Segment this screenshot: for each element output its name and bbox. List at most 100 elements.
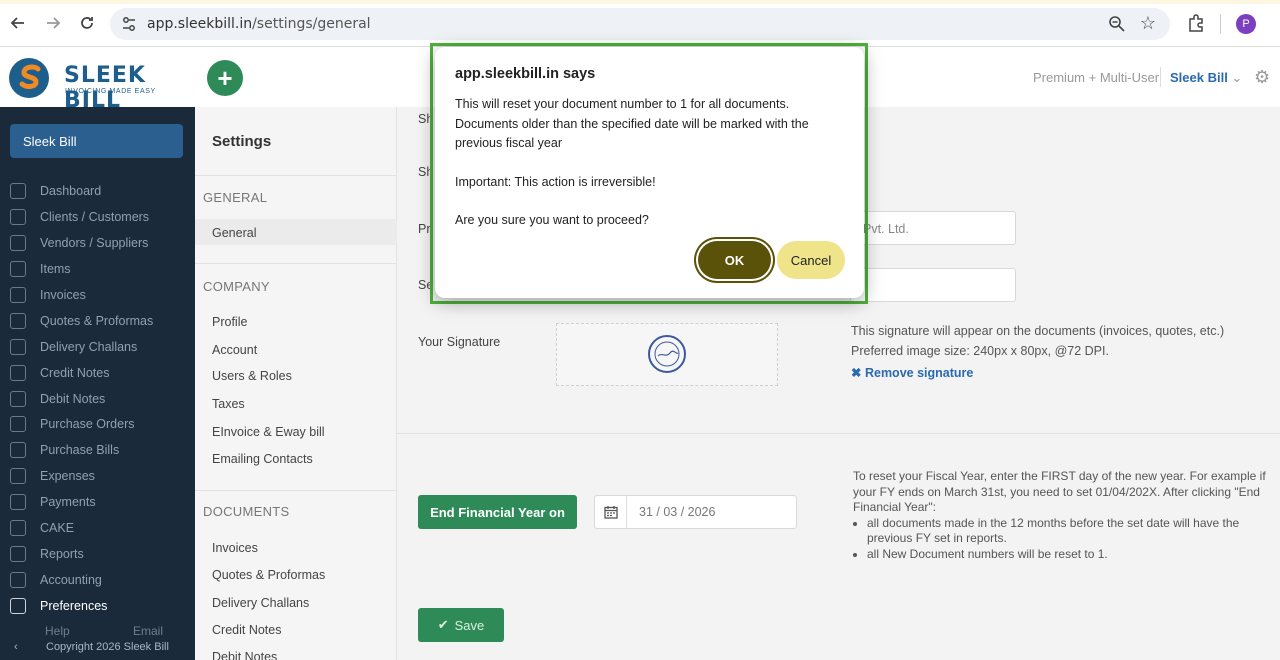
sidebar-item-invoices[interactable]: Invoices: [0, 284, 195, 308]
divider: [195, 263, 397, 264]
sidebar-item-items[interactable]: Items: [0, 258, 195, 282]
sidebar-item-clients[interactable]: Clients / Customers: [0, 206, 195, 230]
signature-label: Your Signature: [418, 335, 501, 349]
calculator-icon: [10, 468, 26, 484]
settings-title: Settings: [212, 133, 272, 150]
calendar-icon[interactable]: [595, 496, 627, 528]
purchase-bills-icon: [10, 442, 26, 458]
profile-avatar[interactable]: P: [1236, 14, 1256, 34]
gear-icon[interactable]: ⚙: [1254, 67, 1270, 88]
address-bar[interactable]: app.sleekbill.in/settings/general ☆: [110, 8, 1170, 40]
dialog-message-line: Important: This action is irreversible!: [455, 174, 656, 189]
sidebar-item-payments[interactable]: Payments: [0, 491, 195, 515]
invoices-icon: [10, 287, 26, 303]
sidebar-item-purchase-bills[interactable]: Purchase Bills: [0, 439, 195, 463]
dashboard-icon: [10, 183, 26, 199]
dollar-icon: [10, 494, 26, 510]
settings-link-delivery-challans[interactable]: Delivery Challans: [212, 596, 309, 610]
sidebar-item-cake[interactable]: CAKE: [0, 517, 195, 541]
settings-link-account[interactable]: Account: [212, 343, 257, 357]
signature-size-note: Preferred image size: 240px x 80px, @72 …: [851, 344, 1109, 358]
settings-link-invoices[interactable]: Invoices: [212, 541, 258, 555]
sidebar-company[interactable]: Sleek Bill: [10, 124, 183, 158]
sidebar-item-expenses[interactable]: Expenses: [0, 465, 195, 489]
dialog-message-line: This will reset your document number to …: [455, 97, 809, 150]
end-financial-year-button[interactable]: End Financial Year on: [418, 495, 577, 529]
help-link[interactable]: Help: [45, 624, 70, 638]
site-settings-icon[interactable]: [120, 15, 138, 33]
check-icon: ✔: [437, 617, 449, 632]
settings-link-quotes[interactable]: Quotes & Proformas: [212, 568, 325, 582]
extensions-icon[interactable]: [1186, 13, 1206, 33]
save-button[interactable]: ✔ Save: [418, 608, 504, 642]
accounting-icon: [10, 572, 26, 588]
fy-help-intro: To reset your Fiscal Year, enter the FIR…: [853, 469, 1266, 514]
email-link[interactable]: Email: [133, 624, 163, 638]
sidebar-item-vendors[interactable]: Vendors / Suppliers: [0, 232, 195, 256]
confirm-dialog: app.sleekbill.in says This will reset yo…: [435, 47, 864, 298]
settings-link-debit-notes[interactable]: Debit Notes: [212, 650, 277, 660]
credit-notes-icon: [10, 365, 26, 381]
signature-note: This signature will appear on the docume…: [851, 324, 1225, 338]
sliders-icon: [10, 598, 26, 614]
section-documents: DOCUMENTS: [203, 504, 290, 519]
logo-mark-icon: [9, 58, 49, 98]
sidebar-item-credit-notes[interactable]: Credit Notes: [0, 362, 195, 386]
list-item: all New Document numbers will be reset t…: [867, 547, 1273, 563]
sidebar-item-purchase-orders[interactable]: Purchase Orders: [0, 413, 195, 437]
debit-notes-icon: [10, 391, 26, 407]
zoom-icon[interactable]: [1108, 15, 1126, 33]
settings-link-credit-notes[interactable]: Credit Notes: [212, 623, 281, 637]
company-name-input[interactable]: Pvt. Ltd.: [850, 211, 1016, 245]
sidebar: Sleek Bill Dashboard Clients / Customers…: [0, 107, 195, 660]
settings-link-emailing-contacts[interactable]: Emailing Contacts: [212, 452, 313, 466]
remove-signature-link[interactable]: ✖ Remove signature: [851, 365, 973, 380]
sidebar-item-reports[interactable]: Reports: [0, 543, 195, 567]
forward-icon[interactable]: [42, 12, 64, 34]
cancel-button[interactable]: Cancel: [777, 241, 845, 279]
sidebar-item-delivery-challans[interactable]: Delivery Challans: [0, 336, 195, 360]
fy-date-input[interactable]: 31 / 03 / 2026: [594, 495, 797, 529]
bookmark-star-icon[interactable]: ☆: [1140, 13, 1156, 34]
divider: [397, 433, 1280, 434]
section-company: COMPANY: [203, 279, 270, 294]
divider: [195, 175, 397, 176]
settings-link-general[interactable]: General: [212, 226, 256, 240]
settings-link-einvoice[interactable]: EInvoice & Eway bill: [212, 425, 325, 439]
sleekbill-logo[interactable]: SLEEK BILL INVOICING MADE EASY: [8, 57, 188, 113]
fy-help-list: all documents made in the 12 months befo…: [867, 516, 1273, 563]
quotes-icon: [10, 313, 26, 329]
sidebar-item-quotes[interactable]: Quotes & Proformas: [0, 310, 195, 334]
ok-button[interactable]: OK: [698, 241, 771, 279]
brand-tagline: INVOICING MADE EASY: [65, 88, 156, 95]
settings-link-profile[interactable]: Profile: [212, 315, 247, 329]
sidebar-item-debit-notes[interactable]: Debit Notes: [0, 388, 195, 412]
settings-nav: Settings GENERAL General COMPANY Profile…: [195, 107, 397, 660]
purchase-orders-icon: [10, 416, 26, 432]
dialog-message-line: Are you sure you want to proceed?: [455, 213, 649, 227]
company-switcher[interactable]: Sleek Bill ⌄: [1170, 70, 1242, 86]
back-icon[interactable]: [7, 12, 29, 34]
signature-upload-box[interactable]: [556, 323, 778, 386]
vendors-icon: [10, 235, 26, 251]
secondary-input[interactable]: [850, 268, 1016, 302]
reload-icon[interactable]: [76, 12, 98, 34]
sidebar-item-preferences[interactable]: Preferences: [0, 595, 195, 619]
list-item: all documents made in the 12 months befo…: [867, 516, 1273, 547]
plan-label: Premium + Multi-User: [1033, 70, 1160, 85]
sidebar-item-dashboard[interactable]: Dashboard: [0, 180, 195, 204]
quick-add-button[interactable]: +: [207, 60, 243, 96]
cake-icon: [10, 520, 26, 536]
settings-link-users-roles[interactable]: Users & Roles: [212, 369, 292, 383]
sidebar-item-accounting[interactable]: Accounting: [0, 569, 195, 593]
reports-icon: [10, 546, 26, 562]
dialog-title: app.sleekbill.in says: [455, 66, 596, 82]
settings-link-taxes[interactable]: Taxes: [212, 397, 245, 411]
copyright-text: Copyright 2026 Sleek Bill: [46, 641, 169, 653]
fy-help-text: To reset your Fiscal Year, enter the FIR…: [853, 469, 1273, 562]
chevron-down-icon: ⌄: [1231, 70, 1243, 85]
dialog-message: This will reset your document number to …: [455, 95, 845, 250]
url-text: app.sleekbill.in/settings/general: [147, 16, 371, 32]
clients-icon: [10, 209, 26, 225]
collapse-sidebar-icon[interactable]: ‹: [14, 641, 18, 653]
